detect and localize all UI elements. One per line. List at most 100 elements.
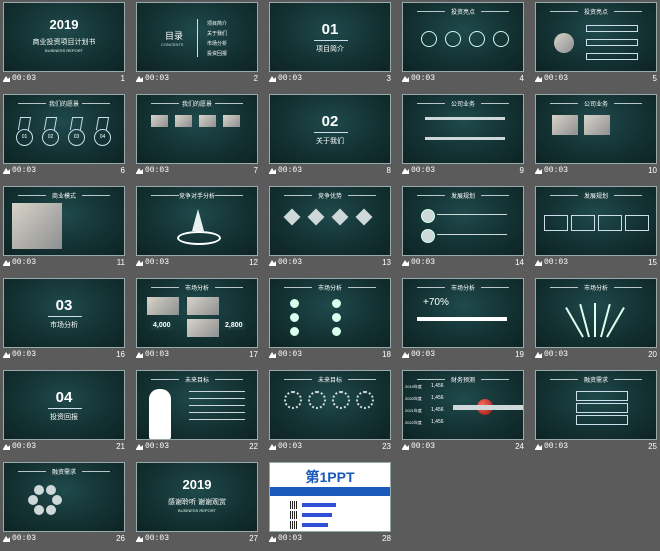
slide-thumbnail[interactable]: 03 市场分析 bbox=[3, 278, 125, 348]
slide-meta: 00:03 6 bbox=[3, 166, 127, 178]
slide-cell-14[interactable]: 发展规划 00:03 14 bbox=[399, 184, 532, 275]
gear-icon bbox=[356, 391, 374, 409]
slide-thumbnail[interactable]: 未来目标 bbox=[269, 370, 391, 440]
slide-thumbnail[interactable]: 市场分析 bbox=[269, 278, 391, 348]
slide-thumbnail[interactable]: 公司业务 bbox=[535, 94, 657, 164]
slide-cell-16[interactable]: 03 市场分析 00:03 16 bbox=[0, 276, 133, 367]
petal-icon bbox=[46, 484, 56, 495]
slide-cell-19[interactable]: 市场分析 +70% 00:03 19 bbox=[399, 276, 532, 367]
slide-cell-13[interactable]: 竞争优势 00:03 13 bbox=[266, 184, 399, 275]
slide-cell-22[interactable]: 未来目标 00:03 22 bbox=[133, 368, 266, 459]
slide-cell-26[interactable]: 融资需求 00:03 26 bbox=[0, 460, 133, 551]
gear-icon bbox=[308, 391, 326, 409]
slide-number: 16 bbox=[116, 350, 125, 359]
section-title: 市场分析 bbox=[50, 322, 78, 329]
transition-icon bbox=[269, 351, 276, 358]
market-image bbox=[187, 319, 219, 337]
slide-thumbnail[interactable]: 市场分析3,2004,0002,800 bbox=[136, 278, 258, 348]
transition-icon bbox=[3, 75, 10, 82]
slide-meta: 00:03 14 bbox=[402, 258, 526, 270]
slide-number: 14 bbox=[515, 258, 524, 267]
slide-number: 18 bbox=[382, 350, 391, 359]
slide-cell-18[interactable]: 市场分析 00:03 18 bbox=[266, 276, 399, 367]
slide-thumbnail[interactable]: 竞争对手分析 bbox=[136, 186, 258, 256]
platform-ellipse bbox=[177, 231, 221, 245]
slide-cell-15[interactable]: 发展规划 00:03 15 bbox=[532, 184, 660, 275]
slide-thumbnail[interactable]: 01 项目简介 bbox=[269, 2, 391, 72]
slide-thumbnail[interactable]: 融资需求 bbox=[3, 462, 125, 532]
slide-thumbnail[interactable]: 商业模式 bbox=[3, 186, 125, 256]
slide-meta: 00:03 28 bbox=[269, 534, 393, 546]
slide-cell-8[interactable]: 02 关于我们 00:03 8 bbox=[266, 92, 399, 183]
toc-divider bbox=[197, 19, 198, 57]
slide-number: 22 bbox=[249, 442, 258, 451]
slide-heading: 市场分析 bbox=[137, 283, 257, 292]
slide-cell-17[interactable]: 市场分析3,2004,0002,80000:0317 bbox=[133, 276, 266, 367]
slide-thumbnail[interactable]: 投资亮点 bbox=[402, 2, 524, 72]
transition-icon bbox=[136, 75, 143, 82]
forecast-value: 1,456 bbox=[431, 407, 444, 413]
slide-cell-20[interactable]: 市场分析 00:03 20 bbox=[532, 276, 660, 367]
slide-cell-21[interactable]: 04 投资回报 00:03 21 bbox=[0, 368, 133, 459]
slide-thumbnail[interactable]: 发展规划 bbox=[535, 186, 657, 256]
business-bar bbox=[425, 117, 505, 120]
point-circle-icon bbox=[332, 313, 341, 322]
slide-heading: 我们的愿景 bbox=[137, 99, 257, 108]
slide-cell-11[interactable]: 商业模式 00:03 11 bbox=[0, 184, 133, 275]
point-circle-icon bbox=[332, 327, 341, 336]
slide-heading: 公司业务 bbox=[403, 99, 523, 108]
growth-percent: +70% bbox=[423, 297, 449, 308]
slide-cell-12[interactable]: 竞争对手分析 00:03 12 bbox=[133, 184, 266, 275]
slide-thumbnail[interactable]: 2019 感谢聆听 谢谢观赏 BUSINESS REPORT bbox=[136, 462, 258, 532]
transition-icon bbox=[402, 443, 409, 450]
slide-meta: 00:03 2 bbox=[136, 74, 260, 86]
slide-cell-5[interactable]: 投资亮点 00:03 5 bbox=[532, 0, 660, 91]
slide-cell-6[interactable]: 我们的愿景 01 02 03 04 00:03 6 bbox=[0, 92, 133, 183]
slide-time: 00:03 bbox=[145, 74, 170, 83]
content-image bbox=[199, 115, 216, 127]
qr-code-icon bbox=[290, 511, 298, 519]
point-circle-icon bbox=[290, 313, 299, 322]
slide-cell-24[interactable]: 财务预测 2019年度 1,456 2020年度 1,456 2021年度 1,456 202… bbox=[399, 368, 532, 459]
slide-cell-28[interactable]: 第1PPT 00:03 28 bbox=[266, 460, 399, 551]
slide-thumbnail[interactable]: 目录 CONCENTS 项目简介 关于我们 市场分析 投资回报 bbox=[136, 2, 258, 72]
slide-number: 6 bbox=[120, 166, 125, 175]
slide-thumbnail[interactable]: 第1PPT bbox=[269, 462, 391, 532]
transition-icon bbox=[269, 259, 276, 266]
slide-thumbnail[interactable]: 我们的愿景 01 02 03 04 bbox=[3, 94, 125, 164]
slide-cell-23[interactable]: 未来目标 00:03 23 bbox=[266, 368, 399, 459]
slide-thumbnail[interactable]: 我们的愿景 bbox=[136, 94, 258, 164]
slide-time: 00:03 bbox=[278, 166, 303, 175]
slide-time: 00:03 bbox=[544, 350, 569, 359]
slide-thumbnail[interactable]: 02 关于我们 bbox=[269, 94, 391, 164]
slide-thumbnail[interactable]: 2019 商业投资项目计划书 BUSINESS REPORT bbox=[3, 2, 125, 72]
slide-cell-7[interactable]: 我们的愿景 00:03 7 bbox=[133, 92, 266, 183]
slide-thumbnail[interactable]: 竞争优势 bbox=[269, 186, 391, 256]
slide-heading: 未来目标 bbox=[137, 375, 257, 384]
slide-thumbnail[interactable]: 04 投资回报 bbox=[3, 370, 125, 440]
slide-thumbnail[interactable]: 未来目标 bbox=[136, 370, 258, 440]
highlight-bar bbox=[586, 39, 638, 46]
slide-cell-25[interactable]: 融资需求 00:03 25 bbox=[532, 368, 660, 459]
slide-thumbnail[interactable]: 融资需求 bbox=[535, 370, 657, 440]
slide-thumbnail[interactable]: 市场分析 +70% bbox=[402, 278, 524, 348]
slide-cell-4[interactable]: 投资亮点 00:03 4 bbox=[399, 0, 532, 91]
slide-cell-1[interactable]: 2019 商业投资项目计划书 BUSINESS REPORT 00:03 1 bbox=[0, 0, 133, 91]
slide-thumbnail[interactable]: 投资亮点 bbox=[535, 2, 657, 72]
slide-cell-3[interactable]: 01 项目简介 00:03 3 bbox=[266, 0, 399, 91]
ribbon-icon bbox=[17, 117, 32, 130]
slide-cell-9[interactable]: 公司业务 00:03 9 bbox=[399, 92, 532, 183]
slide-time: 00:03 bbox=[278, 442, 303, 451]
transition-icon bbox=[269, 167, 276, 174]
slide-thumbnail[interactable]: 市场分析 bbox=[535, 278, 657, 348]
slide-cell-2[interactable]: 目录 CONCENTS 项目简介 关于我们 市场分析 投资回报 00:03 2 bbox=[133, 0, 266, 91]
slide-thumbnail[interactable]: 发展规划 bbox=[402, 186, 524, 256]
slide-subtitle: 商业投资项目计划书 bbox=[32, 39, 96, 46]
slide-time: 00:03 bbox=[544, 442, 569, 451]
slide-cell-27[interactable]: 2019 感谢聆听 谢谢观赏 BUSINESS REPORT 00:03 27 bbox=[133, 460, 266, 551]
slide-thumbnail[interactable]: 公司业务 bbox=[402, 94, 524, 164]
slide-thumbnail[interactable]: 财务预测 2019年度 1,456 2020年度 1,456 2021年度 1,456 202… bbox=[402, 370, 524, 440]
slide-cell-10[interactable]: 公司业务 00:03 10 bbox=[532, 92, 660, 183]
ribbon-icon bbox=[43, 117, 58, 130]
slide-meta: 00:03 27 bbox=[136, 534, 260, 546]
